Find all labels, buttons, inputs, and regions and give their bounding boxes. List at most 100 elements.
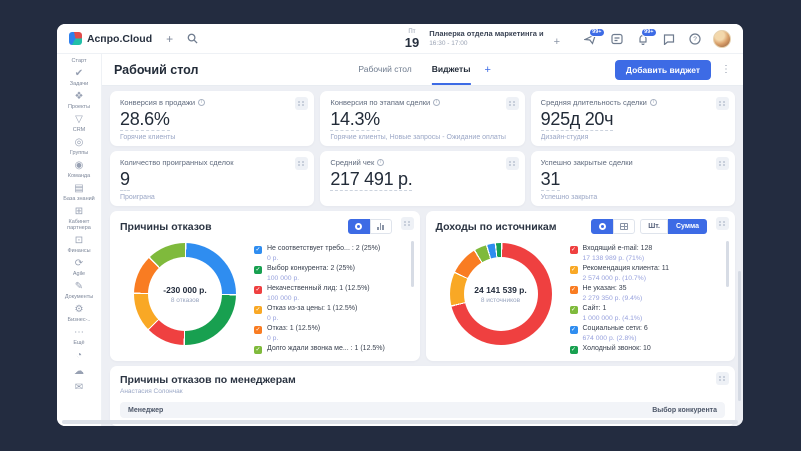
add-tab-button[interactable]: + (484, 64, 490, 76)
info-icon[interactable]: i (650, 99, 657, 106)
legend-checkbox[interactable]: ✓ (254, 246, 262, 254)
refusal-reasons-donut[interactable]: -230 000 р. 8 отказов (134, 243, 236, 345)
kpi-value[interactable]: 217 491 р. (330, 169, 412, 191)
legend-item[interactable]: ✓Отказ: 1 (12.5%) (254, 325, 404, 334)
horizontal-scrollbar[interactable] (62, 420, 738, 424)
bar-view-button[interactable] (370, 219, 392, 234)
kebab-menu-icon[interactable]: ⋮ (721, 64, 731, 75)
info-icon[interactable]: i (198, 99, 205, 106)
sidebar-item-projects[interactable]: ❖Проекты (57, 91, 101, 110)
sidebar-item-finance[interactable]: ⊡Финансы (57, 235, 101, 254)
kpi-value[interactable]: 925д 20ч (541, 109, 614, 131)
legend-item[interactable]: ✓Некачественный лид: 1 (12.5%) (254, 285, 404, 294)
tasks-icon: ✔ (57, 68, 101, 80)
tab-desktop[interactable]: Рабочий стол (358, 54, 411, 85)
sidebar-item-business-processes[interactable]: ⚙Бизнес-.. (57, 304, 101, 323)
kpi-value[interactable]: 14.3% (330, 109, 380, 131)
sidebar-item-team[interactable]: ◉Команда (57, 160, 101, 179)
sidebar-item-crm[interactable]: ▽CRM (57, 114, 101, 133)
drag-handle-icon[interactable] (506, 157, 519, 170)
kpi-value[interactable]: 9 (120, 169, 130, 191)
legend-checkbox[interactable]: ✓ (570, 346, 578, 354)
kpi-card-avg-check[interactable]: Средний чекi 217 491 р. (320, 151, 524, 206)
legend-item[interactable]: ✓Не указан: 35 (570, 285, 720, 294)
legend-item[interactable]: ✓Рекомендация клиента: 11 (570, 265, 720, 274)
info-icon[interactable]: i (433, 99, 440, 106)
legend-checkbox[interactable]: ✓ (570, 266, 578, 274)
kpi-value[interactable]: 28.6% (120, 109, 170, 131)
add-event-button[interactable]: + (554, 36, 560, 48)
sidebar-item-agile[interactable]: ⟳Agile (57, 258, 101, 277)
sidebar-item-extra-2[interactable]: ☁ (57, 366, 101, 378)
legend-item[interactable]: ✓Социальные сети: 6 (570, 325, 720, 334)
drag-handle-icon[interactable] (716, 372, 729, 385)
legend-checkbox[interactable]: ✓ (570, 286, 578, 294)
legend-checkbox[interactable]: ✓ (254, 306, 262, 314)
legend-scrollbar[interactable] (411, 241, 414, 287)
legend-checkbox[interactable]: ✓ (254, 346, 262, 354)
vertical-scrollbar[interactable] (738, 271, 741, 401)
logo-text[interactable]: Аспро.Cloud (87, 33, 152, 45)
drag-handle-icon[interactable] (295, 157, 308, 170)
legend-checkbox[interactable]: ✓ (254, 266, 262, 274)
help-icon[interactable]: ? (689, 33, 701, 45)
legend-checkbox[interactable]: ✓ (254, 326, 262, 334)
share-icon[interactable]: 99+ (584, 33, 597, 45)
kpi-card-sales-conversion[interactable]: Конверсия в продажиi 28.6% Горячие клиен… (110, 91, 314, 146)
kpi-card-won-deals[interactable]: Успешно закрытые сделки 31 Успешно закры… (531, 151, 735, 206)
units-toggle-button[interactable]: Шт. (640, 219, 668, 234)
legend-checkbox[interactable]: ✓ (254, 286, 262, 294)
drag-handle-icon[interactable] (716, 217, 729, 230)
legend-item[interactable]: ✓Входящий e-mail: 128 (570, 245, 720, 254)
kpi-card-lost-deals[interactable]: Количество проигранных сделок 9 Проигран… (110, 151, 314, 206)
legend-item[interactable]: ✓Отказ из-за цены: 1 (12.5%) (254, 305, 404, 314)
sidebar-item-extra-3[interactable]: ✉ (57, 382, 101, 394)
legend-item[interactable]: ✓Долго ждали звонка ме... : 1 (12.5%) (254, 345, 404, 354)
kpi-value[interactable]: 31 (541, 169, 560, 191)
sidebar-item-partner-cabinet[interactable]: ⊞Кабинет партнера (57, 206, 101, 231)
drag-handle-icon[interactable] (506, 97, 519, 110)
sidebar-item-knowledge-base[interactable]: ▤База знаний (57, 183, 101, 202)
quick-add-button[interactable]: + (166, 32, 173, 46)
column-competitor-choice[interactable]: Выбор конкурента (652, 407, 717, 414)
table-view-button[interactable] (613, 219, 635, 234)
sidebar-item-documents[interactable]: ✎Документы (57, 281, 101, 300)
sidebar-item-groups[interactable]: ◎Группы (57, 137, 101, 156)
sidebar-item-more[interactable]: ⋯Ещё (57, 327, 101, 346)
tab-widgets[interactable]: Виджеты (432, 54, 471, 85)
calendar-date[interactable]: Пт 19 (405, 29, 419, 49)
donut-center: -230 000 р. 8 отказов (148, 257, 222, 331)
legend-checkbox[interactable]: ✓ (570, 326, 578, 334)
chart-legend: ✓Входящий e-mail: 12817 138 989 р. (71%)… (570, 242, 726, 354)
legend-checkbox[interactable]: ✓ (570, 306, 578, 314)
legend-item[interactable]: ✓Выбор конкурента: 2 (25%) (254, 265, 404, 274)
notes-icon[interactable] (611, 33, 623, 45)
drag-handle-icon[interactable] (716, 97, 729, 110)
legend-item[interactable]: ✓Не соответствует требо... : 2 (25%) (254, 245, 404, 254)
drag-handle-icon[interactable] (295, 97, 308, 110)
sidebar-item-tasks[interactable]: ✔Задачи (57, 68, 101, 87)
info-icon[interactable]: i (377, 159, 384, 166)
donut-view-button[interactable] (348, 219, 370, 234)
aspro-logo-icon[interactable] (69, 32, 82, 45)
drag-handle-icon[interactable] (716, 157, 729, 170)
bell-icon[interactable]: 99+ (637, 33, 649, 45)
add-widget-button[interactable]: Добавить виджет (615, 60, 711, 80)
legend-scrollbar[interactable] (726, 241, 729, 287)
search-icon[interactable] (187, 33, 198, 44)
donut-view-button[interactable] (591, 219, 613, 234)
income-sources-donut[interactable]: 24 141 539 р. 8 источников (450, 243, 552, 345)
drag-handle-icon[interactable] (401, 217, 414, 230)
upcoming-event[interactable]: Планерка отдела маркетинга и 16:30 - 17:… (429, 30, 543, 47)
user-avatar[interactable] (713, 30, 731, 48)
sidebar-item-start[interactable]: Старт (57, 58, 101, 64)
kpi-card-avg-deal-duration[interactable]: Средняя длительность сделкиi 925д 20ч Ди… (531, 91, 735, 146)
column-manager[interactable]: Менеджер (128, 407, 163, 414)
chat-icon[interactable] (663, 33, 675, 45)
legend-checkbox[interactable]: ✓ (570, 246, 578, 254)
legend-item[interactable]: ✓Холодный звонок: 10 (570, 345, 720, 354)
kpi-card-stage-conversion[interactable]: Конверсия по этапам сделкиi 14.3% Горячи… (320, 91, 524, 146)
sidebar-item-extra-1[interactable]: ◔ (57, 350, 101, 362)
legend-item[interactable]: ✓Сайт: 1 (570, 305, 720, 314)
sum-toggle-button[interactable]: Сумма (668, 219, 707, 234)
